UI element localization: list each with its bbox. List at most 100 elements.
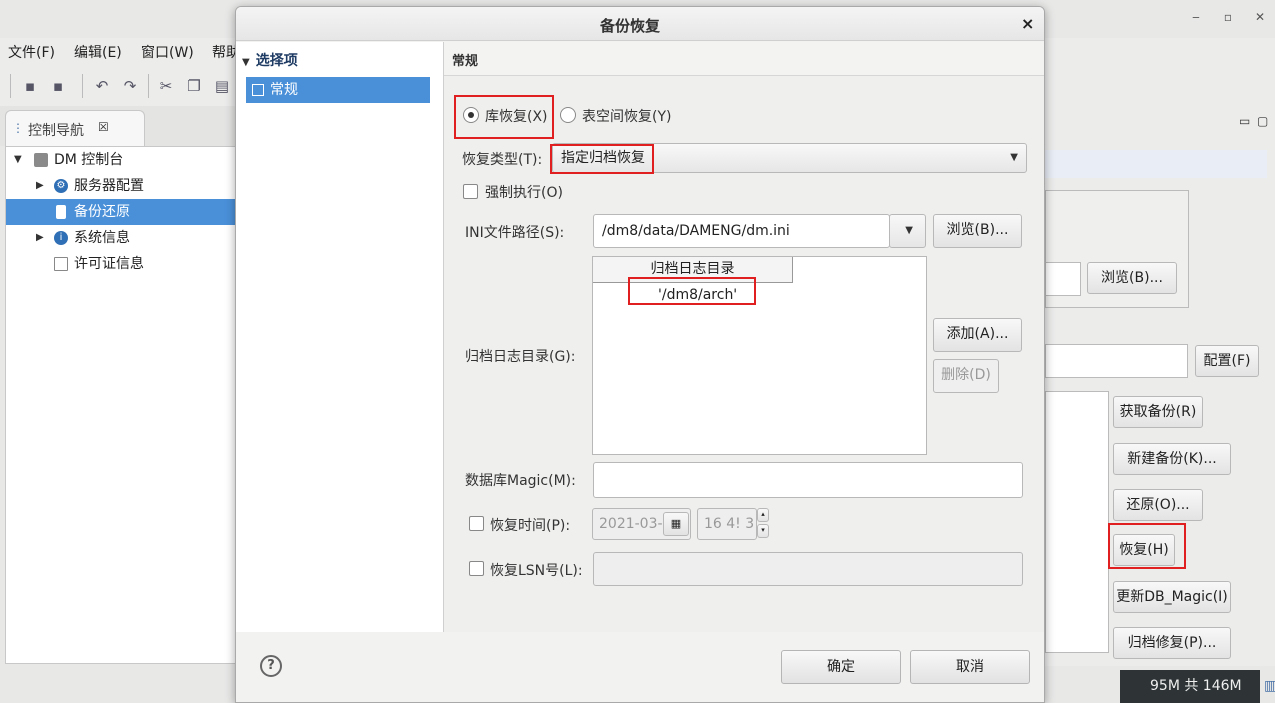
section-title: 常规 — [444, 42, 1044, 76]
radio-tablespace-label: 表空间恢复(Y) — [582, 109, 672, 125]
recovery-type-value: 指定归档恢复 — [561, 150, 645, 166]
calendar-icon[interactable]: ▦ — [663, 512, 689, 536]
config-input[interactable] — [1045, 344, 1188, 378]
force-label: 强制执行(O) — [485, 185, 563, 201]
db-magic-label: 数据库Magic(M): — [465, 473, 576, 489]
minimize-icon[interactable]: ‒ — [1186, 10, 1206, 28]
memory-status: 95M 共 146M — [1120, 670, 1260, 703]
expand-arrow-icon[interactable]: ▶ — [36, 173, 44, 199]
close-window-icon[interactable]: ✕ — [1250, 10, 1270, 28]
backup-editor-panel: ▭ ▢ 浏览(B)... 配置(F) 获取备份(R) 新建备份(K)... 还原… — [1045, 106, 1275, 666]
restore-button[interactable]: 还原(O)... — [1113, 489, 1203, 521]
collapse-arrow-icon[interactable]: ▼ — [14, 147, 22, 173]
nav-tab-bar: ⋮ 控制导航 ☒ — [0, 106, 240, 146]
time-increment-icon[interactable]: ▴ — [757, 508, 769, 522]
recovery-time-checkbox[interactable] — [469, 516, 484, 531]
gear-icon: ⚙ — [54, 179, 68, 193]
garbage-collect-icon[interactable]: ▥ — [1264, 678, 1275, 694]
menu-window[interactable]: 窗口(W) — [141, 42, 194, 62]
recovery-lsn-input[interactable] — [593, 552, 1023, 586]
tree-view-icon: ⋮ — [12, 121, 24, 135]
redo-icon[interactable]: ↷ — [120, 76, 140, 96]
tree-item-license[interactable]: 许可证信息 — [6, 251, 241, 277]
help-icon[interactable]: ? — [260, 655, 282, 677]
ini-path-input[interactable]: /dm8/data/DAMENG/dm.ini — [593, 214, 890, 248]
delete-archive-button[interactable]: 删除(D) — [933, 359, 999, 393]
archive-dir-label: 归档日志目录(G): — [465, 349, 576, 365]
radio-db-label: 库恢复(X) — [485, 109, 548, 125]
recovery-lsn-checkbox[interactable] — [469, 561, 484, 576]
certificate-icon — [54, 257, 68, 271]
tree-item-label: 系统信息 — [74, 230, 130, 246]
toolbar-separator — [82, 74, 83, 98]
list-icon — [252, 84, 264, 96]
backup-list[interactable] — [1045, 391, 1109, 653]
tree-item-label: 备份还原 — [74, 204, 130, 220]
archive-dir-column-header[interactable]: 归档日志目录 — [593, 257, 793, 283]
cut-icon[interactable]: ✂ — [156, 76, 176, 96]
copy-icon[interactable]: ❐ — [184, 76, 204, 96]
ok-button[interactable]: 确定 — [781, 650, 901, 684]
ini-path-label: INI文件路径(S): — [465, 225, 565, 241]
recovery-lsn-label: 恢复LSN号(L): — [490, 563, 583, 579]
radio-tablespace-recovery[interactable] — [560, 107, 576, 123]
general-form: 常规 库恢复(X) 表空间恢复(Y) 恢复类型(T): 指定归档恢复 ▼ 强制执… — [444, 42, 1044, 632]
tree-item-dm-console[interactable]: ▼ DM 控制台 — [6, 147, 241, 173]
maximize-view-icon[interactable]: ▢ — [1257, 114, 1268, 128]
maximize-icon[interactable]: ▫ — [1218, 10, 1238, 28]
selection-item-general[interactable]: 常规 — [246, 77, 430, 103]
cancel-button[interactable]: 取消 — [910, 650, 1030, 684]
toolbar-separator — [10, 74, 11, 98]
browse-button[interactable]: 浏览(B)... — [1087, 262, 1177, 294]
tab-label: 控制导航 — [28, 123, 84, 139]
recovery-time-label: 恢复时间(P): — [490, 518, 571, 534]
tree-item-system-info[interactable]: ▶ i 系统信息 — [6, 225, 241, 251]
new-backup-button[interactable]: 新建备份(K)... — [1113, 443, 1231, 475]
minimize-view-icon[interactable]: ▭ — [1239, 114, 1250, 128]
db-magic-input[interactable] — [593, 462, 1023, 498]
paste-icon[interactable]: ▤ — [212, 76, 232, 96]
path-input[interactable] — [1045, 262, 1081, 296]
collapse-arrow-icon[interactable]: ▼ — [242, 57, 250, 68]
toolbar-separator — [148, 74, 149, 98]
save-icon[interactable]: ▪ — [20, 76, 40, 96]
selection-item-label: 常规 — [270, 82, 298, 98]
tree-item-label: 许可证信息 — [74, 256, 144, 272]
recovery-type-label: 恢复类型(T): — [462, 152, 543, 168]
recovery-type-select[interactable]: 指定归档恢复 ▼ — [552, 143, 1027, 173]
radio-db-recovery[interactable] — [463, 107, 479, 123]
get-backup-button[interactable]: 获取备份(R) — [1113, 396, 1203, 428]
time-decrement-icon[interactable]: ▾ — [757, 524, 769, 538]
backup-recovery-dialog: 备份恢复 × ▼ 选择项 常规 常规 库恢复(X) 表空间恢复(Y) 恢复类型(T… — [235, 6, 1045, 703]
archive-repair-button[interactable]: 归档修复(P)... — [1113, 627, 1231, 659]
config-button[interactable]: 配置(F) — [1195, 345, 1259, 377]
selection-header-label: 选择项 — [255, 53, 298, 69]
tree-item-server-config[interactable]: ▶ ⚙ 服务器配置 — [6, 173, 241, 199]
console-icon — [34, 153, 48, 167]
menu-file[interactable]: 文件(F) — [8, 42, 55, 62]
tree-item-backup-restore[interactable]: 备份还原 — [6, 199, 241, 225]
tab-control-navigation[interactable]: ⋮ 控制导航 ☒ — [5, 110, 145, 146]
info-icon: i — [54, 231, 68, 245]
archive-dir-table[interactable]: 归档日志目录 '/dm8/arch' — [592, 256, 927, 455]
update-magic-button[interactable]: 更新DB_Magic(I) — [1113, 581, 1231, 613]
expand-arrow-icon[interactable]: ▶ — [36, 225, 44, 251]
undo-icon[interactable]: ↶ — [92, 76, 112, 96]
save-all-icon[interactable]: ▪ — [48, 76, 68, 96]
menu-edit[interactable]: 编辑(E) — [74, 42, 122, 62]
ini-path-dropdown[interactable]: ▼ — [889, 214, 926, 248]
add-archive-button[interactable]: 添加(A)... — [933, 318, 1022, 352]
recovery-clock-input[interactable]: 16 4! 3 — [697, 508, 757, 540]
chevron-down-icon: ▼ — [1010, 152, 1018, 163]
ini-browse-button[interactable]: 浏览(B)... — [933, 214, 1022, 248]
archive-dir-row[interactable]: '/dm8/arch' — [658, 287, 737, 303]
force-checkbox[interactable] — [463, 184, 478, 199]
selection-header[interactable]: ▼ 选择项 — [242, 50, 298, 70]
selection-panel: ▼ 选择项 常规 — [236, 42, 444, 632]
dialog-title: 备份恢复 — [599, 17, 660, 35]
recover-button[interactable]: 恢复(H) — [1113, 534, 1175, 566]
navigation-tree: ▼ DM 控制台 ▶ ⚙ 服务器配置 备份还原 ▶ i 系统信息 许可证信息 — [5, 146, 241, 664]
chevron-down-icon: ▼ — [905, 225, 913, 236]
close-dialog-icon[interactable]: × — [1021, 14, 1034, 33]
close-tab-icon[interactable]: ☒ — [98, 120, 109, 134]
